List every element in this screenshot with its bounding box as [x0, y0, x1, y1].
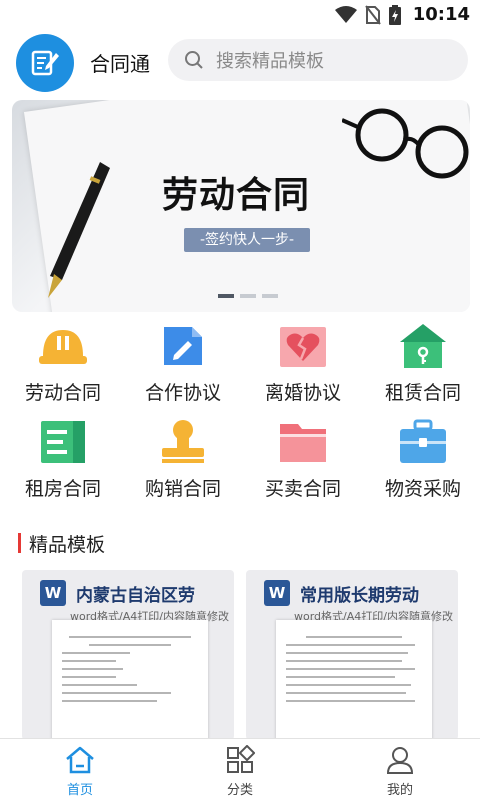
folder-icon	[280, 424, 326, 462]
no-sim-icon	[364, 4, 381, 25]
category-label: 合作协议	[144, 382, 221, 404]
tab-label: 首页	[66, 783, 93, 798]
search-input[interactable]: 搜索精品模板	[168, 39, 468, 81]
template-card[interactable]: W 内蒙古自治区劳 word格式/A4打印/内容随意修改	[22, 570, 234, 740]
template-card[interactable]: W 常用版长期劳动 word格式/A4打印/内容随意修改	[246, 570, 458, 740]
category-procurement[interactable]: 物资采购	[366, 418, 480, 514]
house-key-icon	[400, 324, 446, 368]
hard-hat-icon	[39, 330, 87, 364]
tab-label: 我的	[386, 783, 413, 798]
edit-document-icon	[164, 327, 202, 365]
word-doc-icon: W	[264, 580, 290, 606]
banner-carousel[interactable]: 劳动合同 -签约快人一步-	[12, 100, 470, 312]
search-placeholder: 搜索精品模板	[216, 51, 324, 72]
word-doc-icon: W	[40, 580, 66, 606]
category-label: 买卖合同	[264, 478, 341, 500]
tab-home[interactable]: 首页	[0, 739, 160, 800]
fountain-pen-icon	[48, 162, 110, 298]
template-preview	[52, 620, 208, 740]
grid-icon	[227, 745, 255, 773]
status-time: 10:14	[412, 4, 470, 25]
category-purchase-sale[interactable]: 购销合同	[126, 418, 240, 514]
section-title-text: 精品模板	[29, 533, 106, 556]
search-icon	[185, 51, 203, 69]
contract-edit-icon	[31, 50, 59, 76]
section-title: 精品模板	[18, 530, 105, 556]
template-title: 内蒙古自治区劳	[76, 585, 195, 606]
battery-charging-icon	[388, 4, 401, 25]
category-label: 物资采购	[384, 478, 461, 500]
category-label: 购销合同	[144, 478, 221, 500]
category-row: 劳动合同 合作协议 离婚协议 租赁合同	[0, 322, 480, 418]
bottom-tab-bar: 首页 分类 我的	[0, 738, 480, 800]
carousel-dot[interactable]	[262, 294, 278, 298]
banner-title: 劳动合同	[162, 175, 311, 216]
broken-heart-icon	[280, 327, 326, 367]
status-bar: 10:14	[0, 0, 480, 32]
category-cooperation[interactable]: 合作协议	[126, 322, 240, 418]
wifi-icon	[334, 5, 357, 23]
category-label: 租赁合同	[384, 382, 461, 404]
app-logo[interactable]	[16, 34, 74, 92]
carousel-dot[interactable]	[218, 294, 234, 298]
category-label: 租房合同	[24, 478, 101, 500]
tab-label: 分类	[226, 783, 253, 798]
category-trade[interactable]: 买卖合同	[246, 418, 360, 514]
template-title: 常用版长期劳动	[300, 585, 419, 606]
category-divorce[interactable]: 离婚协议	[246, 322, 360, 418]
carousel-dot[interactable]	[240, 294, 256, 298]
app-name: 合同通	[90, 52, 150, 76]
glasses-icon	[342, 108, 469, 179]
template-preview	[276, 620, 432, 740]
category-label: 劳动合同	[24, 382, 101, 404]
category-label: 离婚协议	[264, 382, 341, 404]
category-row: 租房合同 购销合同 买卖合同 物资采购	[0, 418, 480, 514]
stamp-icon	[162, 420, 204, 463]
status-icons: 10:14	[334, 4, 470, 25]
briefcase-icon	[400, 419, 446, 463]
category-labor-contract[interactable]: 劳动合同	[6, 322, 120, 418]
home-icon	[66, 746, 94, 774]
carousel-indicator	[218, 294, 278, 298]
tab-category[interactable]: 分类	[160, 739, 320, 800]
header: 合同通 搜索精品模板	[0, 32, 480, 92]
document-list-icon	[41, 421, 85, 463]
category-grid: 劳动合同 合作协议 离婚协议 租赁合同 租房合同 购销合同 买卖合同 物资采购	[0, 322, 480, 514]
tab-mine[interactable]: 我的	[320, 739, 480, 800]
user-icon	[386, 747, 414, 774]
banner-subtitle: -签约快人一步-	[184, 228, 310, 252]
category-rental[interactable]: 租房合同	[6, 418, 120, 514]
section-accent-bar	[18, 533, 21, 553]
category-lease[interactable]: 租赁合同	[366, 322, 480, 418]
